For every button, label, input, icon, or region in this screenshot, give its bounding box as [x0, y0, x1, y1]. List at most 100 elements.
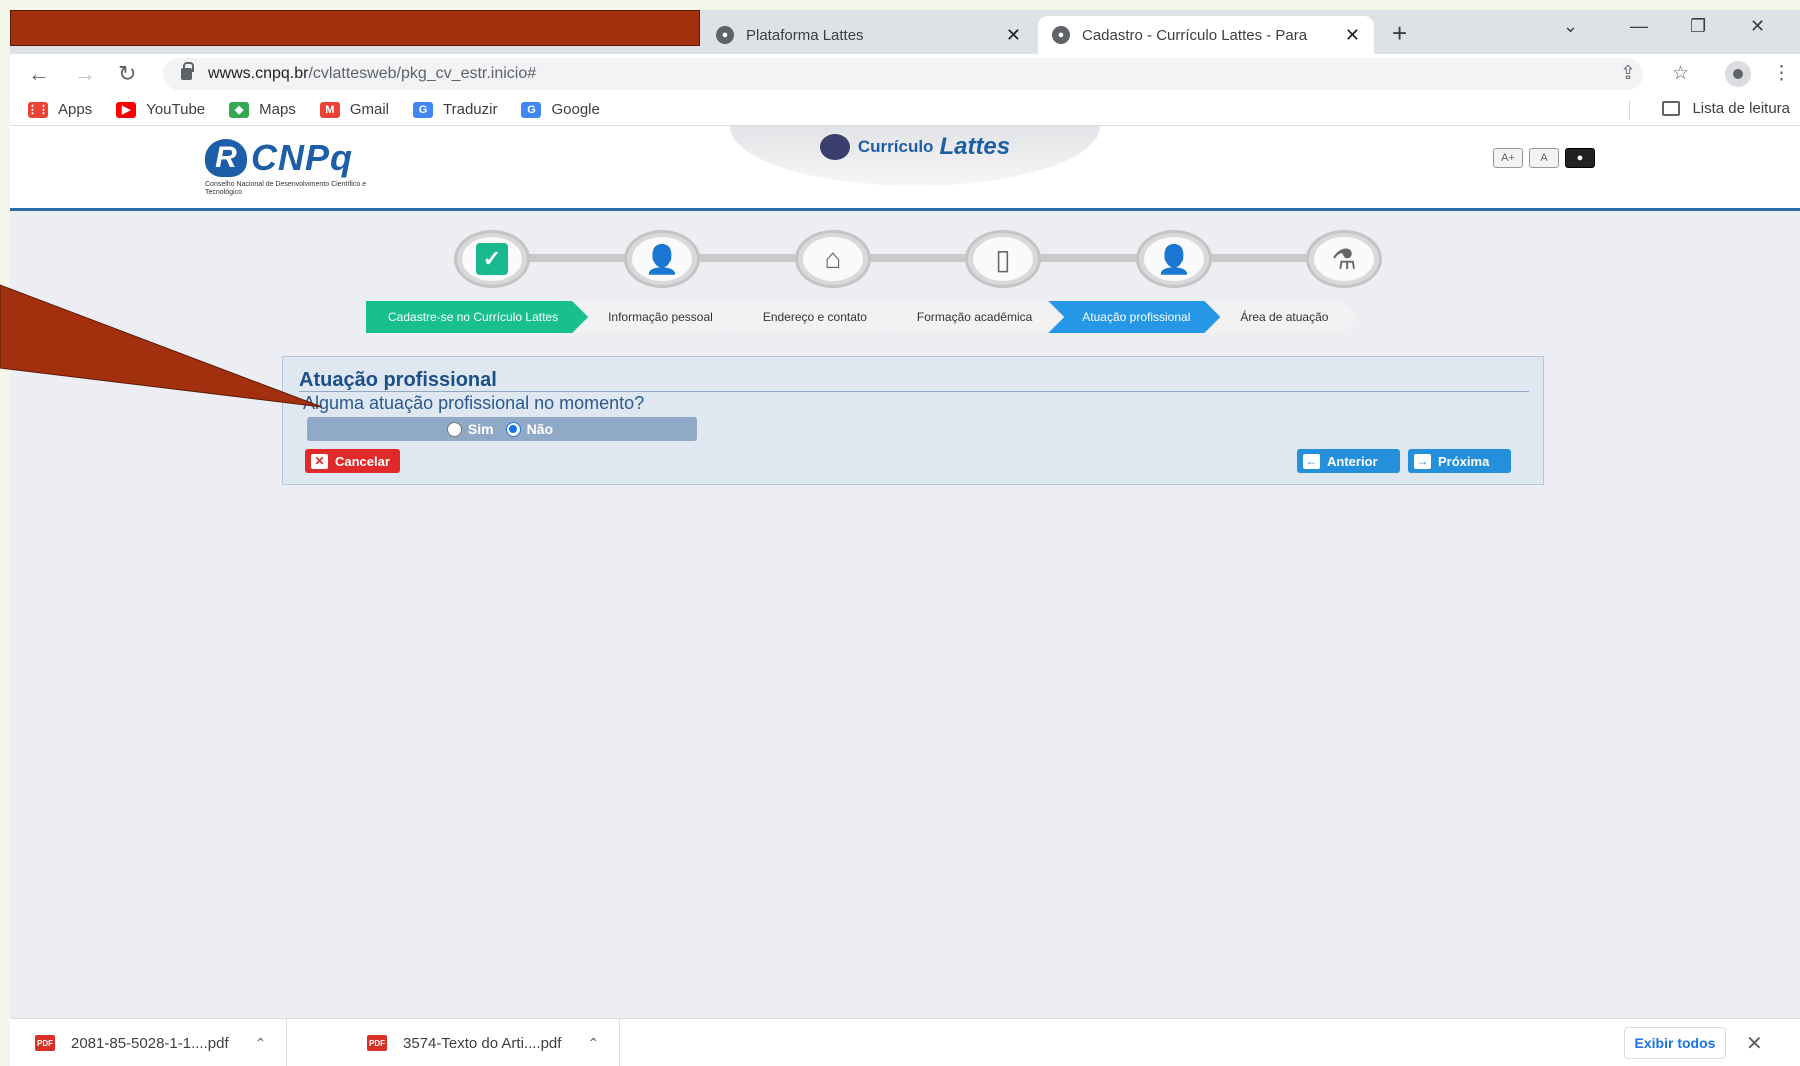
form-check-icon: ✓: [476, 243, 508, 275]
reload-button[interactable]: ↻: [118, 61, 136, 87]
tab-search-icon[interactable]: ⌄: [1563, 16, 1578, 37]
font-increase-button[interactable]: A+: [1493, 148, 1523, 168]
divider: [1629, 100, 1630, 120]
step-circle-2[interactable]: 👤: [624, 230, 700, 288]
x-icon: ✕: [311, 453, 328, 469]
close-icon[interactable]: ✕: [1345, 25, 1360, 46]
chevron-up-icon[interactable]: ⌃: [255, 1035, 267, 1052]
back-button[interactable]: ←: [28, 61, 50, 87]
bookmark-gmail[interactable]: M Gmail: [319, 101, 390, 118]
close-icon[interactable]: ✕: [1006, 25, 1021, 46]
bookmark-label: Gmail: [349, 101, 390, 118]
house-icon: ⌂: [824, 243, 842, 274]
bookmark-maps[interactable]: ◆ Maps: [229, 101, 296, 118]
next-label: Próxima: [1438, 453, 1490, 469]
step-informacao-pessoal[interactable]: Informação pessoal: [574, 301, 743, 333]
tab-plataforma-lattes[interactable]: ● Plataforma Lattes ✕: [702, 16, 1035, 54]
form-title: Atuação profissional: [299, 369, 497, 391]
contrast-button[interactable]: ●: [1565, 148, 1595, 168]
bookmark-traduzir[interactable]: G Traduzir: [413, 101, 497, 118]
bookmarks-bar: ⋮⋮ Apps ▶ YouTube ◆ Maps M Gmail G Tradu…: [10, 94, 1800, 126]
cancel-label: Cancelar: [335, 453, 390, 469]
chevron-up-icon[interactable]: ⌃: [587, 1035, 599, 1052]
menu-icon[interactable]: ⋮: [1772, 62, 1791, 85]
radio-nao[interactable]: [505, 421, 521, 437]
step-formacao-academica[interactable]: Formação acadêmica: [883, 301, 1062, 333]
radio-sim[interactable]: [446, 421, 462, 437]
reading-list-button[interactable]: Lista de leitura: [1662, 100, 1790, 117]
star-icon[interactable]: ☆: [1672, 62, 1689, 85]
youtube-icon: ▶: [116, 101, 137, 118]
lattes-icon: [819, 134, 850, 160]
form-question: Alguma atuação profissional no momento?: [303, 393, 645, 413]
reading-list-label: Lista de leitura: [1692, 100, 1790, 117]
tab-cadastro[interactable]: ● Cadastro - Currículo Lattes - Para ✕: [1038, 16, 1374, 54]
globe-icon: ●: [716, 26, 734, 44]
option-sim[interactable]: Sim: [446, 421, 494, 437]
next-button[interactable]: → Próxima: [1408, 449, 1511, 473]
bookmark-label: Maps: [259, 101, 296, 118]
bookmark-apps[interactable]: ⋮⋮ Apps: [27, 101, 93, 118]
new-tab-button[interactable]: +: [1392, 18, 1407, 49]
form-panel: Atuação profissional Alguma atuação prof…: [282, 356, 1544, 485]
bookmark-youtube[interactable]: ▶ YouTube: [116, 101, 205, 118]
minimize-button[interactable]: —: [1630, 16, 1648, 37]
pdf-icon: PDF: [367, 1035, 387, 1051]
tab-title: Cadastro - Currículo Lattes - Para: [1082, 26, 1308, 44]
logo-text: CNPq: [251, 137, 353, 178]
url-path: /cvlattesweb/pkg_cv_estr.inicio#: [308, 65, 537, 82]
cancel-button[interactable]: ✕ Cancelar: [305, 449, 400, 473]
globe-icon: ●: [1052, 26, 1070, 44]
google-icon: G: [521, 101, 542, 118]
download-item[interactable]: PDF 3574-Texto do Arti....pdf ⌃: [342, 1019, 621, 1066]
progress-line: [480, 254, 1350, 262]
option-nao[interactable]: Não: [505, 421, 554, 437]
annotation-block: [10, 10, 700, 46]
radio-group: Sim Não: [307, 417, 697, 441]
download-item[interactable]: PDF 2081-85-5028-1-1....pdf ⌃: [10, 1019, 288, 1066]
option-nao-label: Não: [526, 421, 554, 437]
download-filename: 2081-85-5028-1-1....pdf: [71, 1034, 229, 1052]
step-circle-6[interactable]: ⚗: [1306, 230, 1382, 288]
arrow-right-icon: →: [1414, 453, 1431, 469]
professional-icon: 👤: [1156, 243, 1192, 275]
book-icon: ▯: [995, 243, 1011, 275]
tab-title: Plataforma Lattes: [746, 26, 864, 44]
tab-strip: ● Plataforma Lattes ✕ ● Cadastro - Currí…: [10, 10, 1800, 54]
bookmark-label: Google: [551, 101, 600, 118]
step-atuacao-profissional[interactable]: Atuação profissional: [1048, 301, 1220, 333]
previous-label: Anterior: [1327, 453, 1378, 469]
close-icon[interactable]: ✕: [1746, 1031, 1763, 1056]
download-shelf: PDF 2081-85-5028-1-1....pdf ⌃ PDF 3574-T…: [10, 1018, 1800, 1066]
previous-button[interactable]: ← Anterior: [1297, 449, 1400, 473]
step-circle-1[interactable]: ✓: [454, 230, 530, 288]
step-cadastre-se[interactable]: Cadastre-se no Currículo Lattes: [366, 301, 588, 333]
profile-avatar[interactable]: [1725, 61, 1751, 87]
address-bar[interactable]: wwws.cnpq.br /cvlattesweb/pkg_cv_estr.in…: [163, 58, 1643, 90]
font-normal-button[interactable]: A: [1529, 148, 1559, 168]
forward-button[interactable]: →: [74, 61, 96, 87]
divider: [299, 391, 1529, 392]
option-sim-label: Sim: [467, 421, 494, 437]
download-filename: 3574-Texto do Arti....pdf: [403, 1034, 562, 1052]
curriculo-lattes-banner: Currículo Lattes: [730, 126, 1100, 186]
step-endereco-contato[interactable]: Endereço e contato: [729, 301, 897, 333]
bookmark-google[interactable]: G Google: [521, 101, 600, 118]
product-big: Lattes: [939, 133, 1011, 160]
share-icon[interactable]: ⇪: [1620, 62, 1636, 85]
steps-breadcrumb: Cadastre-se no Currículo Lattes Informaç…: [366, 301, 1344, 333]
step-circle-3[interactable]: ⌂: [795, 230, 871, 288]
step-circle-4[interactable]: ▯: [965, 230, 1041, 288]
maps-icon: ◆: [229, 101, 250, 118]
step-circle-5[interactable]: 👤: [1136, 230, 1212, 288]
bookmark-label: YouTube: [146, 101, 206, 118]
pdf-icon: PDF: [35, 1035, 55, 1051]
font-size-controls: A+ A ●: [1493, 148, 1595, 168]
show-all-button[interactable]: Exibir todos: [1624, 1027, 1726, 1059]
browser-toolbar: ← → ↻ wwws.cnpq.br /cvlattesweb/pkg_cv_e…: [10, 54, 1800, 94]
window-close-button[interactable]: ✕: [1750, 16, 1765, 37]
bookmark-label: Apps: [58, 101, 93, 118]
step-area-atuacao[interactable]: Área de atuação: [1206, 301, 1358, 333]
cnpq-logo[interactable]: R CNPq Conselho Nacional de Desenvolvime…: [205, 137, 385, 197]
restore-button[interactable]: ❐: [1690, 16, 1706, 37]
